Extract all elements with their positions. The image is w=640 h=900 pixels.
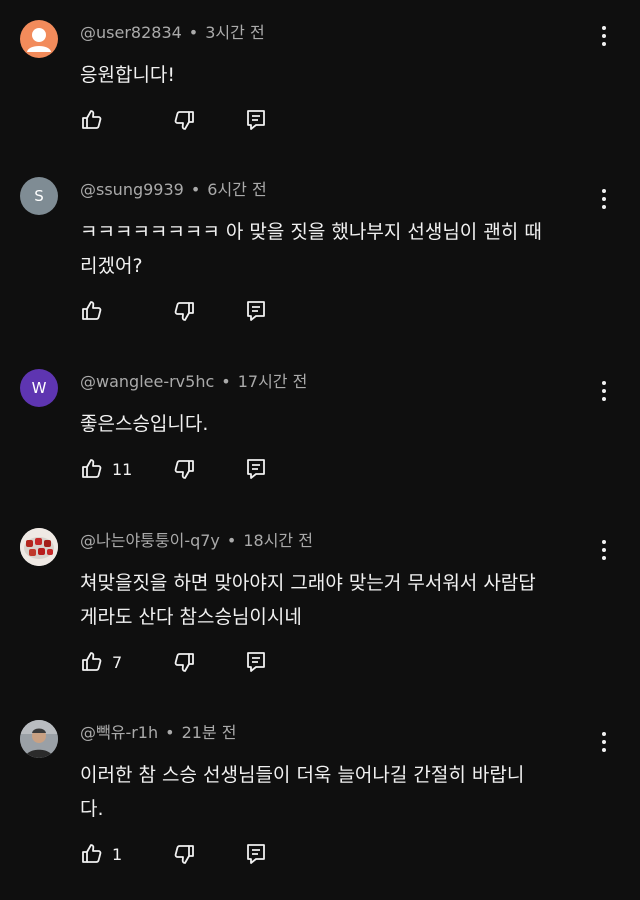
comment-time[interactable]: 6시간 전 xyxy=(207,180,266,199)
thumbs-up-icon xyxy=(82,652,102,671)
comment-actions: 7 xyxy=(80,648,268,676)
more-options-button[interactable] xyxy=(596,24,612,48)
comment-actions xyxy=(80,297,268,325)
comment-author[interactable]: @wanglee-rv5hc xyxy=(80,372,214,391)
like-button[interactable] xyxy=(80,299,112,323)
comment-header: @user82834 • 3시간 전 xyxy=(80,20,265,46)
comment-text: 좋은스승입니다. xyxy=(80,407,590,441)
reply-button[interactable] xyxy=(244,650,268,674)
avatar[interactable]: S xyxy=(20,177,58,215)
more-options-button[interactable] xyxy=(596,379,612,403)
reply-button[interactable] xyxy=(244,457,268,481)
thumbs-up-icon xyxy=(82,110,102,129)
like-button[interactable] xyxy=(80,108,112,132)
comment-author[interactable]: @user82834 xyxy=(80,23,182,42)
dislike-button[interactable] xyxy=(172,842,196,866)
reply-button[interactable] xyxy=(244,299,268,323)
thumbs-down-icon xyxy=(174,302,194,321)
dislike-button[interactable] xyxy=(172,650,196,674)
avatar-letter: W xyxy=(31,379,47,397)
avatar[interactable] xyxy=(20,720,58,758)
comment-text: 이러한 참 스승 선생님들이 더욱 늘어나길 간절히 바랍니 다. xyxy=(80,758,590,826)
default-person-icon xyxy=(27,28,51,52)
meta-separator: • xyxy=(221,372,231,391)
more-options-button[interactable] xyxy=(596,187,612,211)
meta-separator: • xyxy=(165,723,175,742)
comment-text: 응원합니다! xyxy=(80,58,590,92)
comment-text-line: 게라도 산다 참스승님이시네 xyxy=(80,606,302,628)
thumbs-down-icon xyxy=(174,653,194,672)
comment-header: @나는야퉁퉁이-q7y • 18시간 전 xyxy=(80,528,313,554)
reply-button[interactable] xyxy=(244,842,268,866)
comment-text-line: 응원합니다! xyxy=(80,64,176,86)
comment-text-line: 이러한 참 스승 선생님들이 더욱 늘어나길 간절히 바랍니 xyxy=(80,764,525,786)
comment-time[interactable]: 21분 전 xyxy=(182,723,237,742)
meta-separator: • xyxy=(226,531,237,550)
comment-text-line: 좋은스승입니다. xyxy=(80,413,209,435)
more-vertical-icon xyxy=(602,381,606,385)
food-photo-icon xyxy=(20,528,58,566)
comment-time[interactable]: 3시간 전 xyxy=(205,23,264,42)
comment-header: @wanglee-rv5hc • 17시간 전 xyxy=(80,369,307,395)
thumbs-down-icon xyxy=(174,111,194,130)
comment-author[interactable]: @ssung9939 xyxy=(80,180,184,199)
comment-time[interactable]: 18시간 전 xyxy=(243,531,313,550)
thumbs-down-icon xyxy=(174,460,194,479)
more-vertical-icon xyxy=(602,189,606,193)
avatar-letter: S xyxy=(34,187,44,205)
like-count: 1 xyxy=(112,844,123,864)
comment-actions: 1 xyxy=(80,840,268,868)
thumbs-up-icon xyxy=(82,301,102,320)
comment-time[interactable]: 17시간 전 xyxy=(238,372,308,391)
more-vertical-icon xyxy=(602,540,606,544)
comment-text-line: 리겠어? xyxy=(80,255,143,277)
like-button[interactable]: 7 xyxy=(80,650,122,674)
comment-text: ㅋㅋㅋㅋㅋㅋㅋㅋ 아 맞을 짓을 했나부지 선생님이 괜히 때 리겠어? xyxy=(80,215,590,283)
like-button[interactable]: 1 xyxy=(80,842,122,866)
more-options-button[interactable] xyxy=(596,730,612,754)
comment-text-line: 쳐맞을짓을 하면 맞아야지 그래야 맞는거 무서워서 사람답 xyxy=(80,572,536,594)
comment-actions xyxy=(80,106,268,134)
dislike-button[interactable] xyxy=(172,457,196,481)
thumbs-up-icon xyxy=(82,844,102,863)
comment-actions: 11 xyxy=(80,455,268,483)
comment-author[interactable]: @빽유-r1h xyxy=(80,723,158,742)
comment-author[interactable]: @나는야퉁퉁이-q7y xyxy=(80,531,220,550)
comment-header: @ssung9939 • 6시간 전 xyxy=(80,177,267,203)
avatar[interactable]: W xyxy=(20,369,58,407)
more-options-button[interactable] xyxy=(596,538,612,562)
reply-comment-icon xyxy=(247,459,265,479)
comment-text-line: 다. xyxy=(80,798,104,820)
meta-separator: • xyxy=(188,23,199,42)
like-button[interactable]: 11 xyxy=(80,457,132,481)
comment-header: @빽유-r1h • 21분 전 xyxy=(80,720,236,746)
reply-comment-icon xyxy=(247,844,265,864)
more-vertical-icon xyxy=(602,732,606,736)
like-count: 7 xyxy=(112,652,123,672)
thumbs-up-icon xyxy=(82,459,102,478)
comment-text-line: ㅋㅋㅋㅋㅋㅋㅋㅋ 아 맞을 짓을 했나부지 선생님이 괜히 때 xyxy=(80,221,542,243)
meta-separator: • xyxy=(190,180,201,199)
avatar[interactable] xyxy=(20,20,58,58)
comment-feed: @user82834 • 3시간 전 응원합니다! S @ssung9939 •… xyxy=(0,0,640,900)
reply-comment-icon xyxy=(247,301,265,321)
like-count: 11 xyxy=(112,459,133,479)
person-photo-icon xyxy=(20,720,58,758)
comment-text: 쳐맞을짓을 하면 맞아야지 그래야 맞는거 무서워서 사람답 게라도 산다 참스… xyxy=(80,566,590,634)
reply-comment-icon xyxy=(247,652,265,672)
reply-button[interactable] xyxy=(244,108,268,132)
dislike-button[interactable] xyxy=(172,108,196,132)
thumbs-down-icon xyxy=(174,845,194,864)
reply-comment-icon xyxy=(247,110,265,130)
avatar[interactable] xyxy=(20,528,58,566)
dislike-button[interactable] xyxy=(172,299,196,323)
more-vertical-icon xyxy=(602,26,606,30)
